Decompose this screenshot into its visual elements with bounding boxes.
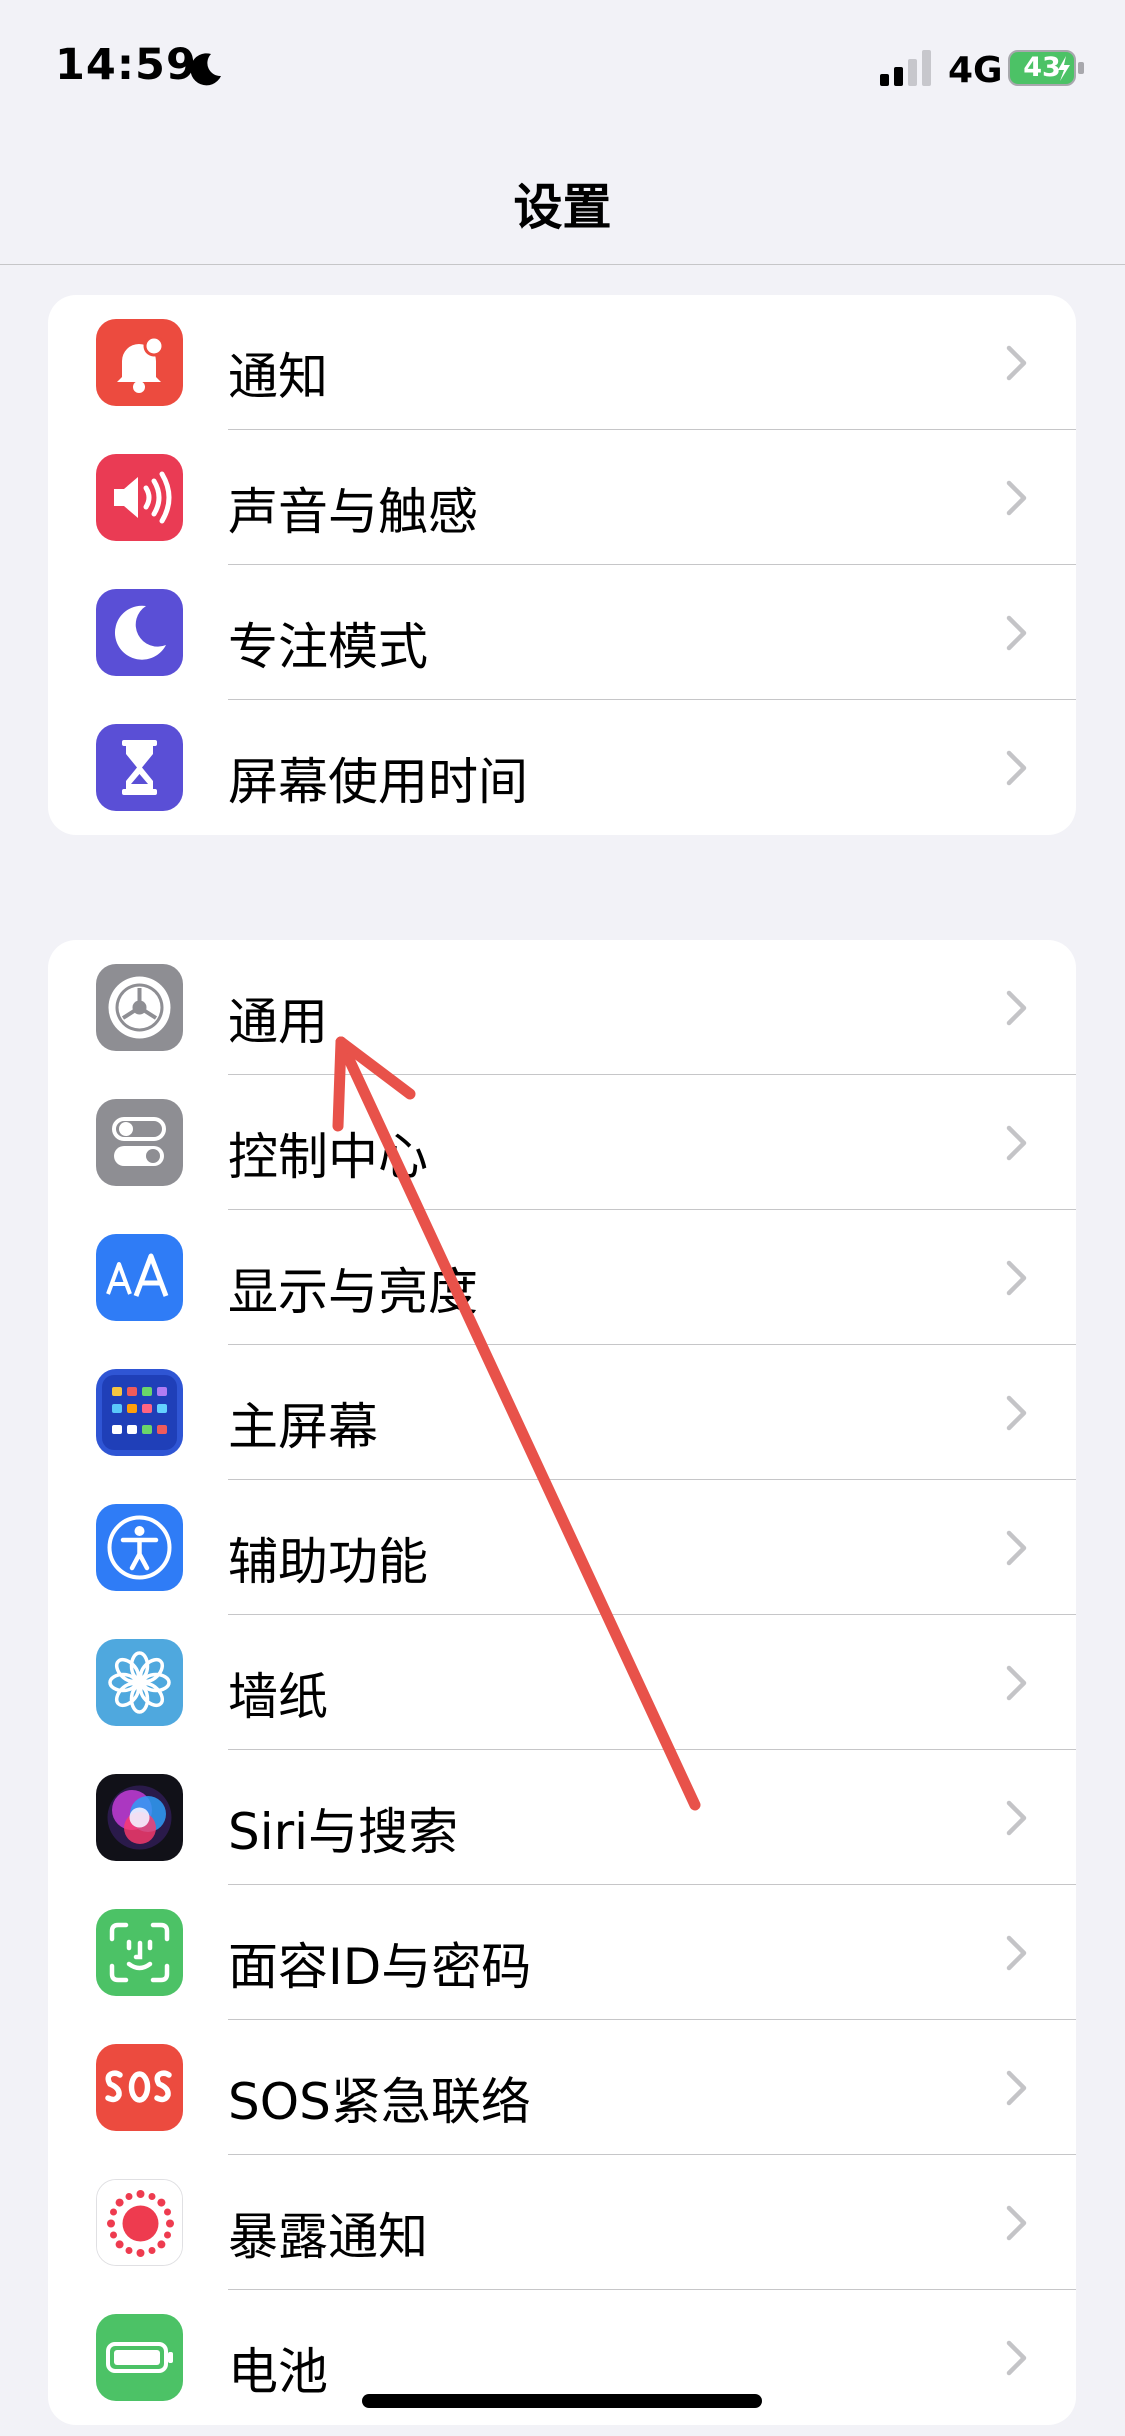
chevron-right-icon [1006, 2205, 1027, 2241]
chevron-right-icon [1006, 1395, 1027, 1431]
settings-group-notifications: 通知 声音与触感 专注模式 屏幕使用时间 [48, 295, 1076, 835]
settings-row-label: 控制中心 [228, 1128, 428, 1186]
chevron-right-icon [1006, 750, 1027, 786]
chevron-right-icon [1006, 1530, 1027, 1566]
status-bar: 14:59 4G 43 [0, 0, 1125, 130]
chevron-right-icon [1006, 615, 1027, 651]
chevron-right-icon [1006, 2340, 1027, 2376]
settings-row-face-id[interactable]: 面容ID与密码 [48, 1885, 1076, 2020]
settings-row-notifications[interactable]: 通知 [48, 295, 1076, 430]
siri-icon [96, 1774, 183, 1861]
toggles-icon [96, 1099, 183, 1186]
settings-group-general: 通用 控制中心 显示与亮度 主屏幕 辅助功能 墙纸 Siri与搜索 面容ID与密… [48, 940, 1076, 2425]
settings-row-label: 电池 [228, 2343, 328, 2401]
text-size-icon [96, 1234, 183, 1321]
settings-row-home-screen[interactable]: 主屏幕 [48, 1345, 1076, 1480]
moon-icon [96, 589, 183, 676]
settings-row-label: 显示与亮度 [228, 1263, 478, 1321]
settings-row-label: 屏幕使用时间 [228, 753, 528, 811]
settings-row-display[interactable]: 显示与亮度 [48, 1210, 1076, 1345]
settings-row-label: 通用 [228, 993, 328, 1051]
home-indicator [362, 2394, 762, 2408]
settings-row-label: 辅助功能 [228, 1533, 428, 1591]
bell-icon [96, 319, 183, 406]
chevron-right-icon [1006, 1935, 1027, 1971]
settings-row-label: 暴露通知 [228, 2208, 428, 2266]
settings-row-focus[interactable]: 专注模式 [48, 565, 1076, 700]
page-title: 设置 [513, 179, 612, 236]
chevron-right-icon [1006, 990, 1027, 1026]
network-type: 4G [948, 50, 1003, 91]
settings-row-label: Siri与搜索 [228, 1803, 459, 1861]
face-id-icon [96, 1909, 183, 1996]
settings-row-general[interactable]: 通用 [48, 940, 1076, 1075]
navigation-bar: 设置 [0, 130, 1125, 265]
settings-row-label: 声音与触感 [228, 483, 478, 541]
chevron-right-icon [1006, 2070, 1027, 2106]
chevron-right-icon [1006, 480, 1027, 516]
hourglass-icon [96, 724, 183, 811]
settings-row-screen-time[interactable]: 屏幕使用时间 [48, 700, 1076, 835]
status-time: 14:59 [55, 40, 197, 90]
chevron-right-icon [1006, 1665, 1027, 1701]
accessibility-icon [96, 1504, 183, 1591]
moon-icon [190, 53, 221, 86]
exposure-icon [96, 2179, 183, 2266]
settings-row-accessibility[interactable]: 辅助功能 [48, 1480, 1076, 1615]
settings-row-emergency-sos[interactable]: SOS紧急联络 [48, 2020, 1076, 2155]
chevron-right-icon [1006, 1260, 1027, 1296]
settings-row-control-center[interactable]: 控制中心 [48, 1075, 1076, 1210]
battery-percent: 43 [1023, 52, 1061, 83]
cellular-signal-icon [880, 50, 931, 86]
home-grid-icon [96, 1369, 183, 1456]
settings-row-label: 主屏幕 [228, 1398, 378, 1456]
sos-icon [96, 2044, 183, 2131]
settings-row-label: SOS紧急联络 [228, 2073, 531, 2131]
settings-row-siri[interactable]: Siri与搜索 [48, 1750, 1076, 1885]
settings-row-wallpaper[interactable]: 墙纸 [48, 1615, 1076, 1750]
settings-row-sounds[interactable]: 声音与触感 [48, 430, 1076, 565]
speaker-icon [96, 454, 183, 541]
battery-icon [96, 2314, 183, 2401]
chevron-right-icon [1006, 1125, 1027, 1161]
chevron-right-icon [1006, 345, 1027, 381]
settings-row-exposure-notifications[interactable]: 暴露通知 [48, 2155, 1076, 2290]
chevron-right-icon [1006, 1800, 1027, 1836]
gear-icon [96, 964, 183, 1051]
settings-row-label: 墙纸 [228, 1668, 328, 1726]
settings-row-label: 专注模式 [228, 618, 428, 676]
settings-row-label: 通知 [228, 348, 328, 406]
settings-row-label: 面容ID与密码 [228, 1938, 532, 1996]
flower-icon [96, 1639, 183, 1726]
